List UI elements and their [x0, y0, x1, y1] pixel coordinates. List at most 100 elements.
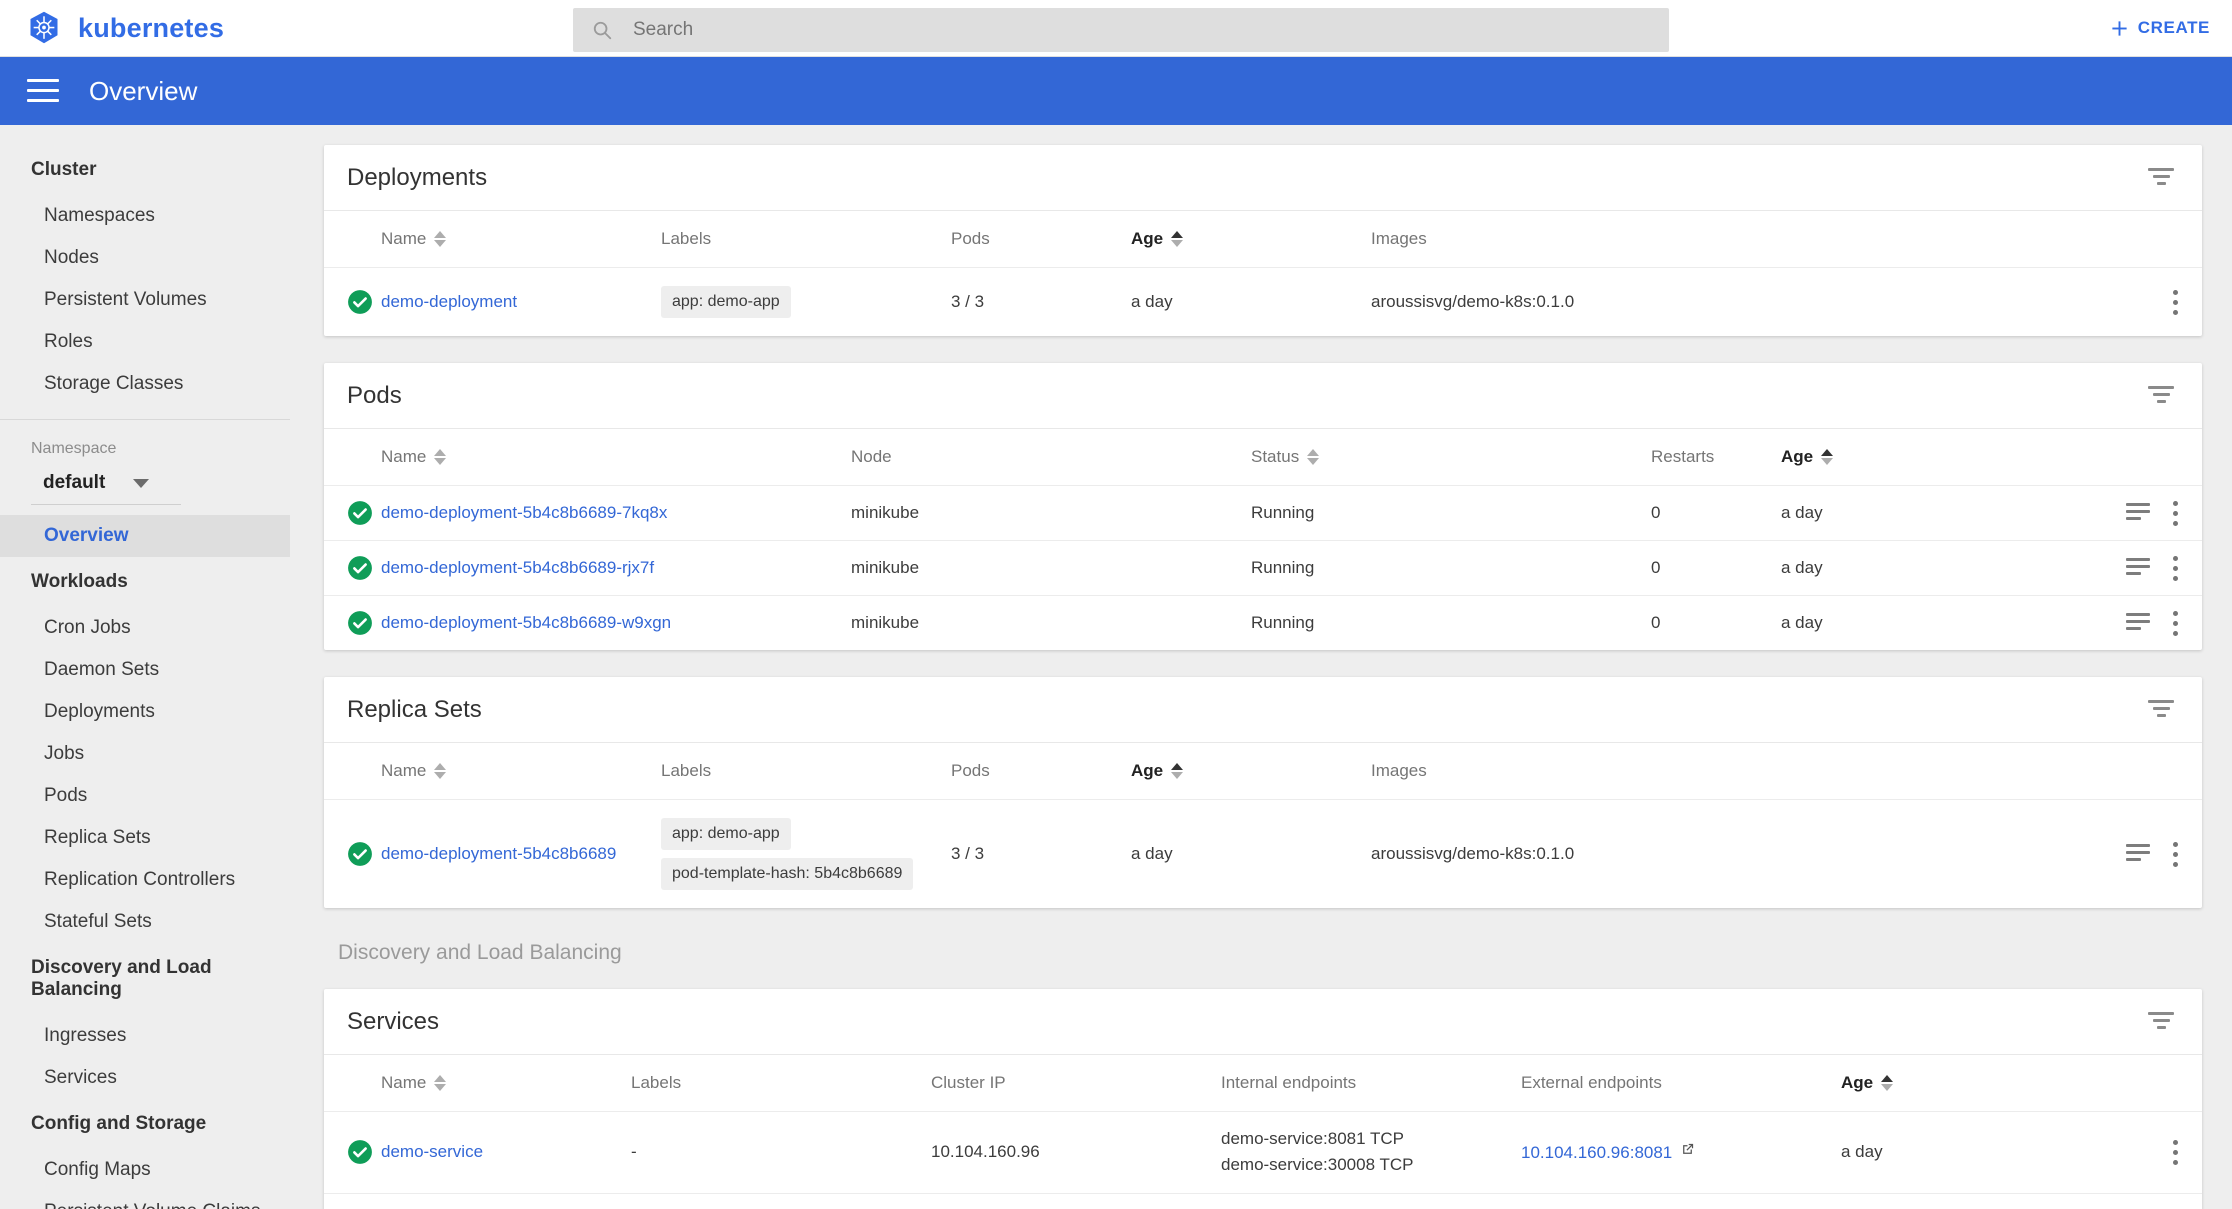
row-actions-cell [2092, 1193, 2202, 1209]
row-images-cell: aroussisvg/demo-k8s:0.1.0 [1371, 268, 2092, 337]
col-name[interactable]: Name [381, 743, 661, 800]
row-actions-cell [2092, 486, 2202, 541]
brand[interactable]: kubernetes [0, 10, 290, 46]
pod-name-link[interactable]: demo-deployment-5b4c8b6689-w9xgn [381, 613, 671, 632]
kebab-menu-icon[interactable] [2173, 611, 2178, 636]
create-button[interactable]: CREATE [2110, 18, 2210, 38]
logs-icon[interactable] [2126, 558, 2150, 578]
kebab-menu-icon[interactable] [2173, 501, 2178, 526]
col-labels[interactable]: Labels [661, 743, 951, 800]
col-age[interactable]: Age [1131, 743, 1371, 800]
col-cluster-ip[interactable]: Cluster IP [931, 1055, 1221, 1112]
internal-endpoint: demo-service:30008 TCP [1221, 1152, 1513, 1178]
col-labels[interactable]: Labels [661, 211, 951, 268]
logs-icon[interactable] [2126, 503, 2150, 523]
row-status [324, 596, 381, 651]
col-pods[interactable]: Pods [951, 211, 1131, 268]
col-node[interactable]: Node [851, 429, 1251, 486]
col-name[interactable]: Name [381, 429, 851, 486]
sidebar-item-daemon-sets[interactable]: Daemon Sets [0, 649, 290, 691]
sort-arrows-icon [1821, 449, 1833, 465]
col-pods[interactable]: Pods [951, 743, 1131, 800]
label-chip: pod-template-hash: 5b4c8b6689 [661, 858, 913, 890]
table-header-row: Name Labels Cluster IP Internal endpoint… [324, 1055, 2202, 1112]
sidebar-item-ingresses[interactable]: Ingresses [0, 1015, 290, 1057]
row-labels-cell: app: demo-app pod-template-hash: 5b4c8b6… [661, 800, 951, 909]
replica-set-name-link[interactable]: demo-deployment-5b4c8b6689 [381, 844, 616, 863]
deployments-card-header: Deployments [324, 145, 2202, 211]
row-name-cell: demo-deployment [381, 268, 661, 337]
logs-icon[interactable] [2126, 613, 2150, 633]
col-internal-endpoints-label: Internal endpoints [1221, 1073, 1356, 1092]
table-row[interactable]: demo-deployment-5b4c8b6689-w9xgn minikub… [324, 596, 2202, 651]
row-age-cell: a day [1131, 800, 1371, 909]
table-row[interactable]: demo-deployment-5b4c8b6689-rjx7f minikub… [324, 541, 2202, 596]
sidebar-item-replication-controllers[interactable]: Replication Controllers [0, 859, 290, 901]
col-images[interactable]: Images [1371, 743, 2092, 800]
col-pod-status[interactable]: Status [1251, 429, 1651, 486]
filter-icon[interactable] [2148, 386, 2174, 406]
success-check-icon [347, 610, 373, 636]
table-row[interactable]: demo-deployment-5b4c8b6689-7kq8x minikub… [324, 486, 2202, 541]
sidebar-item-config-maps[interactable]: Config Maps [0, 1149, 290, 1191]
filter-icon[interactable] [2148, 168, 2174, 188]
sidebar-item-namespaces[interactable]: Namespaces [0, 195, 290, 237]
table-row[interactable]: demo-deployment-5b4c8b6689 app: demo-app… [324, 800, 2202, 909]
service-name-link[interactable]: demo-service [381, 1142, 483, 1161]
col-name[interactable]: Name [381, 211, 661, 268]
sidebar-group-discovery: Discovery and Load Balancing [0, 943, 290, 1015]
kebab-menu-icon[interactable] [2173, 556, 2178, 581]
filter-icon[interactable] [2148, 1012, 2174, 1032]
sidebar-item-persistent-volume-claims[interactable]: Persistent Volume Claims [0, 1191, 290, 1209]
sidebar-item-storage-classes[interactable]: Storage Classes [0, 363, 290, 405]
services-table: Name Labels Cluster IP Internal endpoint… [324, 1055, 2202, 1209]
pod-name-link[interactable]: demo-deployment-5b4c8b6689-7kq8x [381, 503, 667, 522]
col-labels[interactable]: Labels [631, 1055, 931, 1112]
col-age[interactable]: Age [1841, 1055, 2092, 1112]
row-labels-cell: app: demo-app [661, 268, 951, 337]
external-endpoint-link[interactable]: 10.104.160.96:8081 [1521, 1143, 1672, 1162]
col-age[interactable]: Age [1131, 211, 1371, 268]
hamburger-menu-icon[interactable] [27, 79, 59, 103]
table-row[interactable]: demo-service - 10.104.160.96 demo-servic… [324, 1112, 2202, 1194]
success-check-icon [347, 1139, 373, 1165]
top-bar: kubernetes CREATE [0, 0, 2232, 57]
sidebar-item-deployments[interactable]: Deployments [0, 691, 290, 733]
col-age[interactable]: Age [1781, 429, 2092, 486]
pods-table: Name Node Status Restarts Age [324, 429, 2202, 650]
search-input[interactable] [633, 19, 1651, 41]
kebab-menu-icon[interactable] [2173, 1140, 2178, 1165]
sidebar-item-overview[interactable]: Overview [0, 515, 290, 557]
kebab-menu-icon[interactable] [2173, 290, 2178, 315]
col-internal-endpoints[interactable]: Internal endpoints [1221, 1055, 1521, 1112]
sidebar-item-jobs[interactable]: Jobs [0, 733, 290, 775]
sidebar-item-nodes[interactable]: Nodes [0, 237, 290, 279]
col-restarts[interactable]: Restarts [1651, 429, 1781, 486]
sidebar-item-replica-sets[interactable]: Replica Sets [0, 817, 290, 859]
sidebar-item-pods[interactable]: Pods [0, 775, 290, 817]
sidebar-item-persistent-volumes[interactable]: Persistent Volumes [0, 279, 290, 321]
logs-icon[interactable] [2126, 844, 2150, 864]
external-link-icon[interactable] [1680, 1142, 1695, 1157]
sidebar-item-cron-jobs[interactable]: Cron Jobs [0, 607, 290, 649]
search-bar[interactable] [573, 8, 1669, 52]
filter-icon[interactable] [2148, 700, 2174, 720]
row-age-cell: 5 days [1841, 1193, 2092, 1209]
kebab-menu-icon[interactable] [2173, 842, 2178, 867]
pod-name-link[interactable]: demo-deployment-5b4c8b6689-rjx7f [381, 558, 654, 577]
success-check-icon [347, 289, 373, 315]
col-actions [2092, 429, 2202, 486]
namespace-select[interactable]: default [31, 472, 181, 505]
col-external-endpoints[interactable]: External endpoints [1521, 1055, 1841, 1112]
table-row[interactable]: demo-deployment app: demo-app 3 / 3 a da… [324, 268, 2202, 337]
table-row[interactable]: kubernetes component: apiserver provider… [324, 1193, 2202, 1209]
row-age-cell: a day [1841, 1112, 2092, 1194]
row-actions-cell [2092, 541, 2202, 596]
sidebar-item-stateful-sets[interactable]: Stateful Sets [0, 901, 290, 943]
sidebar-item-services[interactable]: Services [0, 1057, 290, 1099]
row-status [324, 1193, 381, 1209]
col-name[interactable]: Name [381, 1055, 631, 1112]
col-images[interactable]: Images [1371, 211, 2092, 268]
deployment-name-link[interactable]: demo-deployment [381, 292, 517, 311]
sidebar-item-roles[interactable]: Roles [0, 321, 290, 363]
